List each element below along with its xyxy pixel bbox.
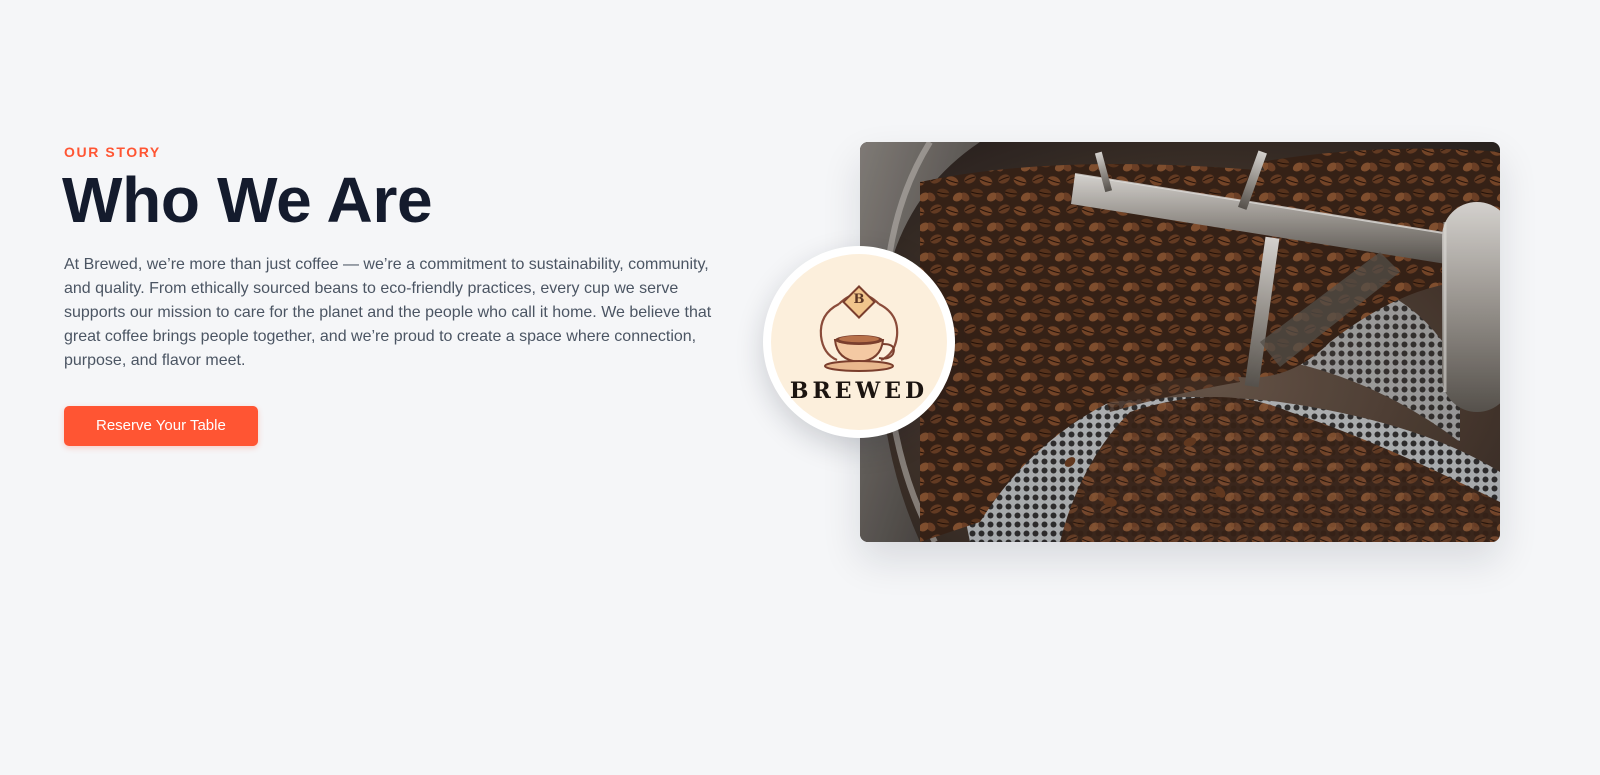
about-content: OUR STORY Who We Are At Brewed, we’re mo…	[62, 143, 724, 446]
logo-monogram: B	[853, 292, 865, 307]
reserve-table-button[interactable]: Reserve Your Table	[64, 406, 258, 446]
section-description: At Brewed, we’re more than just coffee —…	[64, 256, 712, 369]
coffee-roaster-image	[860, 142, 1500, 542]
coffee-cup-icon	[819, 285, 899, 372]
logo-brand-text: BREWED	[789, 378, 929, 404]
section-eyebrow: OUR STORY	[64, 144, 161, 160]
section-title: Who We Are	[62, 164, 433, 236]
brand-logo-badge: B BREWED	[763, 246, 955, 438]
about-section: OUR STORY Who We Are At Brewed, we’re mo…	[0, 0, 1600, 775]
brand-logo: B BREWED	[771, 254, 947, 430]
coffee-beans-photo	[860, 142, 1500, 542]
